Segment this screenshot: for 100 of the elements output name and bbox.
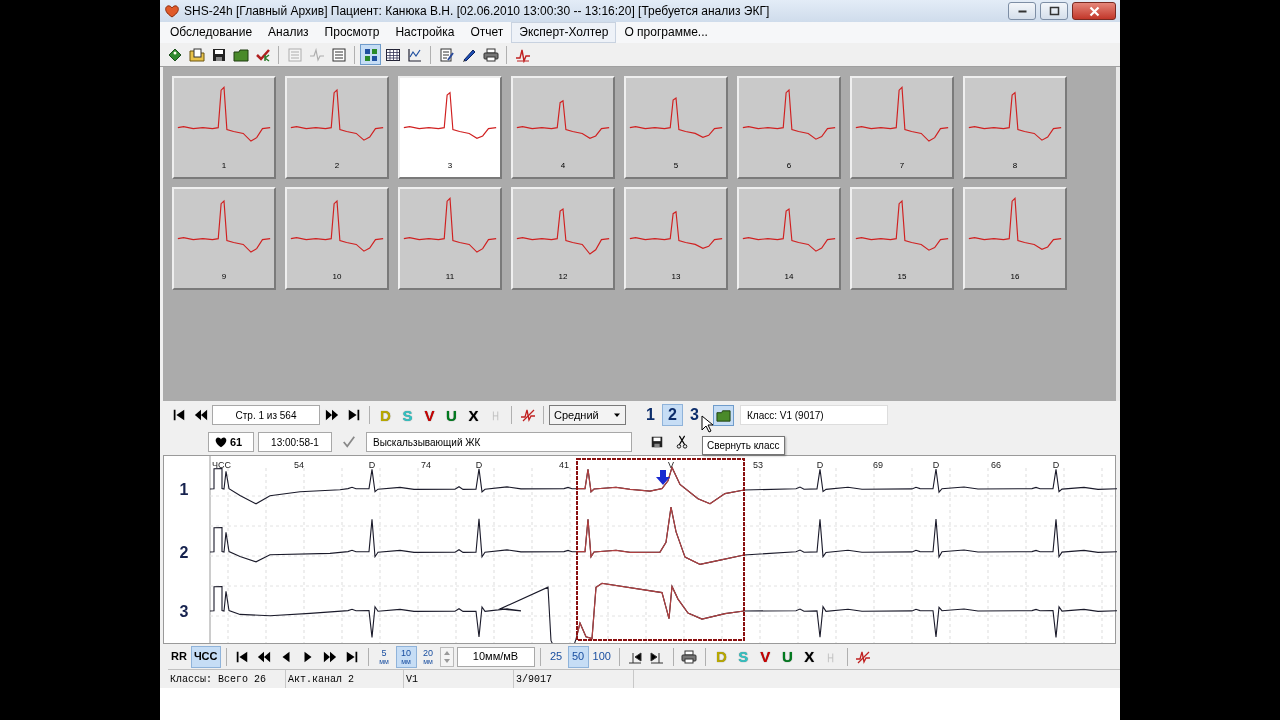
caret-icon (613, 411, 621, 419)
channel-button[interactable]: 1 (640, 404, 661, 426)
folder-icon (188, 46, 205, 63)
last-page-icon (346, 408, 361, 422)
ecg-annotation: 41 (559, 460, 569, 470)
grid-icon (362, 46, 379, 63)
table-icon (384, 46, 401, 63)
ecg-annotation: D (932, 460, 940, 470)
template-number: 5 (673, 162, 679, 170)
channel-label: 1 (179, 481, 189, 498)
ecg-annotation: D (475, 460, 483, 470)
template-card[interactable]: 4 (511, 76, 615, 179)
first-page-icon (171, 408, 186, 422)
last-page-icon (345, 649, 359, 664)
ecg-annotation: 53 (753, 460, 763, 470)
fast-forward-icon (323, 649, 337, 664)
folder-icon (716, 407, 731, 423)
pulse-icon (308, 46, 325, 63)
first-page-icon (235, 649, 249, 664)
menu-item[interactable]: Эксперт-Холтер (511, 22, 617, 43)
beat-label-field[interactable]: Выскальзывающий ЖК (366, 432, 632, 452)
menu-item[interactable]: Настройка (387, 22, 463, 43)
heart-rate-field: 61 (208, 432, 254, 452)
channel-button[interactable]: 3 (684, 404, 705, 426)
averaging-dropdown[interactable]: Средний (549, 405, 626, 425)
template-card[interactable]: 10 (285, 187, 389, 290)
selection-frame[interactable] (576, 458, 745, 641)
mode-button[interactable]: RR (168, 645, 190, 668)
menu-item[interactable]: О программе... (616, 22, 716, 43)
template-card[interactable]: 16 (963, 187, 1067, 290)
template-number: 1 (221, 162, 227, 170)
save-icon (649, 435, 664, 449)
menu-item[interactable]: Просмотр (316, 22, 388, 43)
template-number: 4 (560, 162, 566, 170)
heart-icon (215, 436, 227, 448)
template-card[interactable]: 6 (737, 76, 841, 179)
ecg-annotation: D (368, 460, 376, 470)
template-number: 3 (447, 162, 453, 170)
menu-item[interactable]: Обследование (162, 22, 261, 43)
class-letter[interactable]: V (419, 407, 440, 423)
channel-button[interactable]: 2 (662, 404, 683, 426)
ecg-annotation: V (668, 460, 674, 470)
class-letter[interactable]: U (441, 407, 462, 423)
collapse-button[interactable] (713, 404, 734, 426)
template-number: 9 (221, 273, 227, 281)
template-card[interactable]: 1 (172, 76, 276, 179)
template-number: 6 (786, 162, 792, 170)
tag-icon (166, 46, 183, 63)
template-card[interactable]: 3 (398, 76, 502, 179)
ecg-annotation: 74 (421, 460, 431, 470)
printer-icon (681, 648, 698, 665)
template-card[interactable]: 7 (850, 76, 954, 179)
menu-item[interactable]: Анализ (260, 22, 317, 43)
tooltip: Свернуть класс (702, 436, 785, 455)
template-card[interactable]: 2 (285, 76, 389, 179)
list-icon (286, 46, 303, 63)
menu-item[interactable]: Отчет (462, 22, 512, 43)
ecg-annotation: 54 (294, 460, 304, 470)
class-letter[interactable]: U (776, 649, 798, 664)
template-number: 12 (558, 273, 568, 281)
template-card[interactable]: 8 (963, 76, 1067, 179)
maximize-button[interactable] (1040, 2, 1068, 20)
template-number: 14 (784, 273, 794, 281)
class-letter[interactable]: X (463, 407, 484, 423)
template-number: 2 (334, 162, 340, 170)
template-number: 13 (671, 273, 681, 281)
channel-label: 2 (179, 544, 189, 561)
scale-button[interactable]: 50 (567, 645, 589, 668)
template-number: 7 (899, 162, 905, 170)
ecg-annotation: 66 (991, 460, 1001, 470)
template-card[interactable]: 12 (511, 187, 615, 290)
list-icon (330, 46, 347, 63)
template-card[interactable]: 11 (398, 187, 502, 290)
class-letter[interactable]: V (754, 649, 776, 664)
class-letter[interactable]: X (798, 649, 820, 664)
heart-logo-icon (164, 3, 180, 19)
scale-button[interactable]: 25 (545, 645, 567, 668)
mode-button[interactable]: ЧСС (190, 645, 221, 668)
save-icon (210, 46, 227, 63)
window-title: SHS-24h [Главный Архив] Пациент: Канюка В.Н. [02.06.2010 13:00:30 -- 13:16:20] [Требуется анализ ЭКГ] (184, 3, 770, 20)
template-card[interactable]: 14 (737, 187, 841, 290)
check-icon (342, 435, 356, 449)
arrow-down-icon (656, 470, 670, 485)
ecg-annotation: D (1052, 460, 1060, 470)
template-number: 15 (897, 273, 907, 281)
ecg-annotation: 69 (873, 460, 883, 470)
template-number: 10 (332, 273, 342, 281)
template-number: 8 (1012, 162, 1018, 170)
template-card[interactable]: 5 (624, 76, 728, 179)
template-number: 16 (1010, 273, 1020, 281)
scissors-icon (674, 435, 689, 449)
close-button[interactable] (1072, 2, 1116, 20)
scale-button[interactable]: 100 (589, 645, 614, 668)
fast-back-icon (193, 408, 208, 422)
spinner[interactable] (439, 646, 454, 667)
crossed-pulse-icon (519, 407, 536, 423)
template-card[interactable]: 13 (624, 187, 728, 290)
template-card[interactable]: 9 (172, 187, 276, 290)
fast-back-icon (257, 649, 271, 664)
template-card[interactable]: 15 (850, 187, 954, 290)
